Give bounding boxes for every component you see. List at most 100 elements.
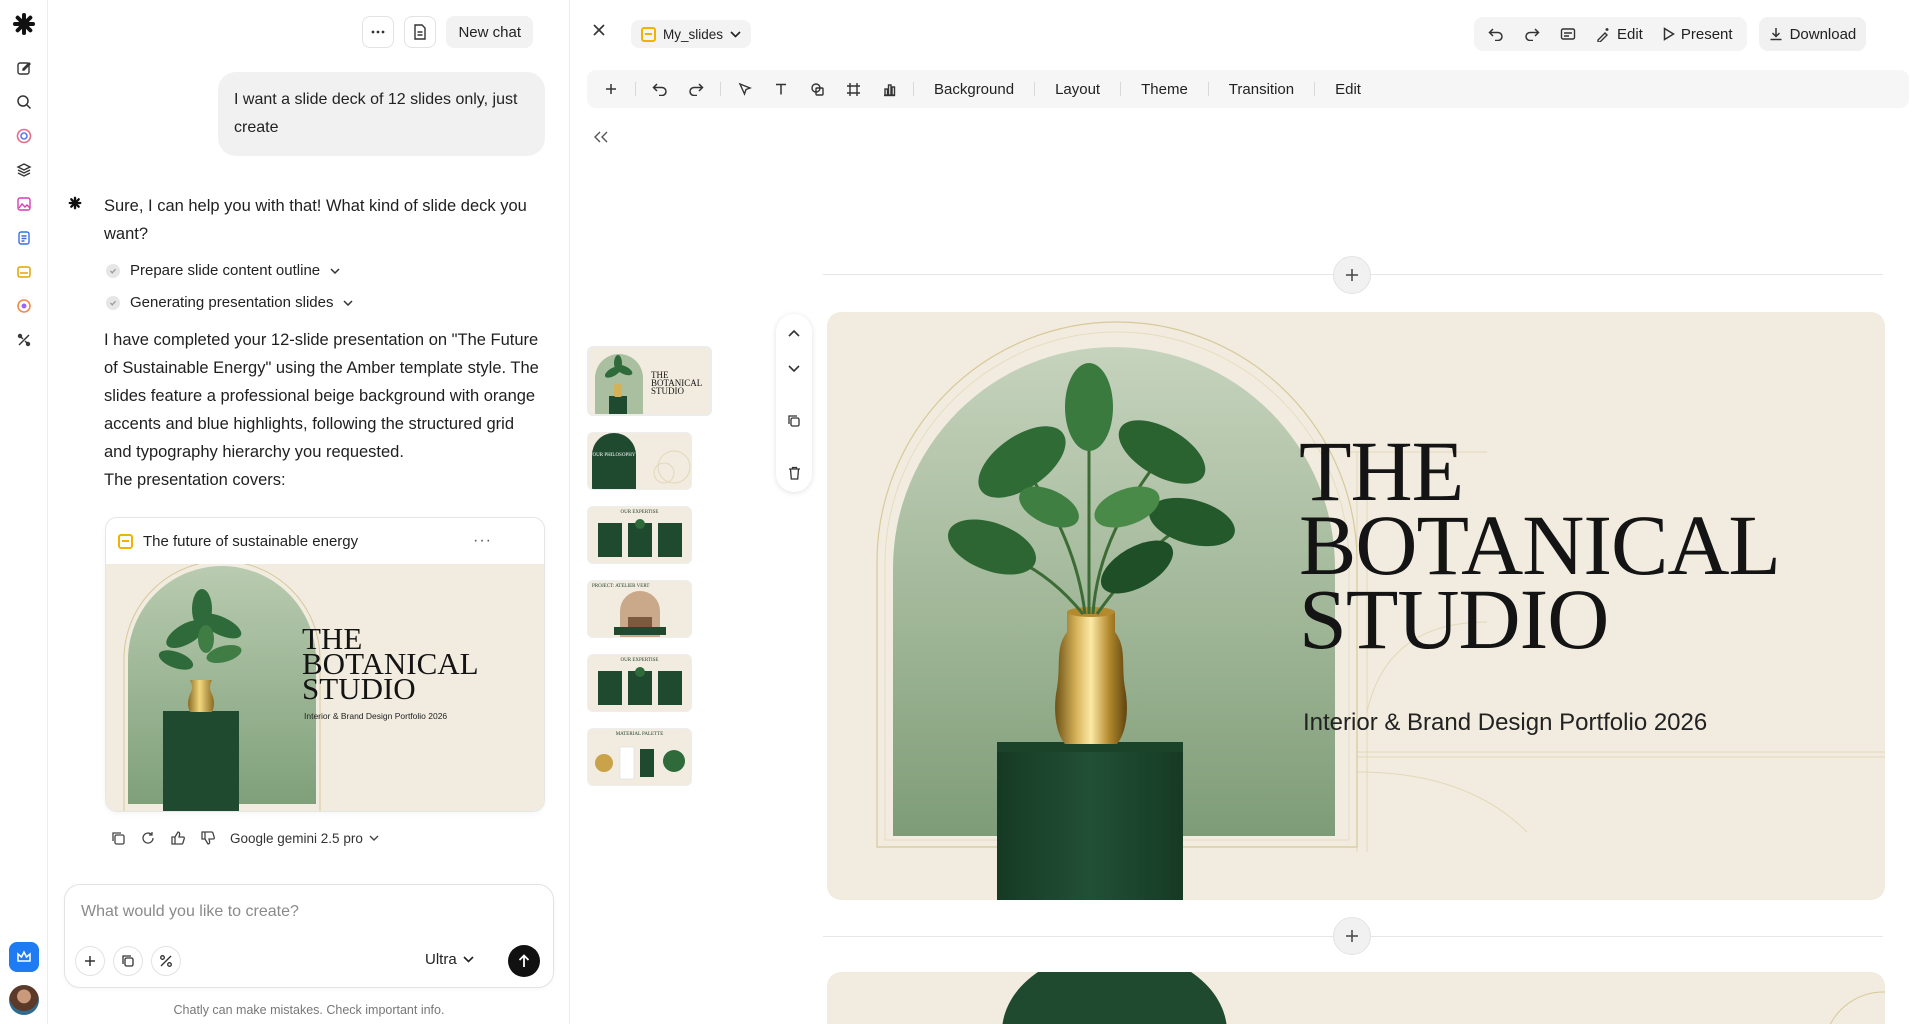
duplicate-slide-button[interactable] xyxy=(785,412,803,430)
prompt-input[interactable]: What would you like to create? xyxy=(81,903,299,921)
layout-menu[interactable]: Layout xyxy=(1043,81,1112,98)
edit-menu[interactable]: Edit xyxy=(1323,81,1373,98)
chevron-down-icon xyxy=(369,835,379,841)
thumbnail-slide-4[interactable]: PROJECT: ATELIER VERT xyxy=(587,580,692,638)
slides-icon[interactable] xyxy=(14,262,34,282)
transition-menu[interactable]: Transition xyxy=(1217,81,1306,98)
ai-edit-button[interactable]: Edit xyxy=(1588,20,1651,48)
thumbs-up-icon[interactable] xyxy=(170,830,186,846)
user-avatar[interactable] xyxy=(9,985,39,1015)
preview-title-line-3: STUDIO xyxy=(302,671,416,706)
tools-icon xyxy=(160,955,172,967)
toolbar-redo-button[interactable] xyxy=(680,75,712,103)
more-options-button[interactable] xyxy=(362,16,395,48)
undo-button[interactable] xyxy=(1480,20,1512,48)
search-icon[interactable] xyxy=(14,92,34,112)
presentation-covers-label: The presentation covers: xyxy=(104,471,286,489)
shape-tool-button[interactable] xyxy=(801,75,833,103)
message-actions: Google gemini 2.5 pro xyxy=(110,830,379,846)
slide-subtitle[interactable]: Interior & Brand Design Portfolio 2026 xyxy=(1303,709,1707,736)
slide-title-line-3[interactable]: STUDIO xyxy=(1299,571,1609,667)
chat-composer: What would you like to create? Ultra xyxy=(64,884,554,988)
step-outline[interactable]: Prepare slide content outline xyxy=(106,262,340,279)
slides-file-icon xyxy=(118,533,133,549)
document-icon[interactable] xyxy=(14,228,34,248)
palette-icon[interactable] xyxy=(14,296,34,316)
new-chat-icon[interactable] xyxy=(14,58,34,78)
present-button[interactable]: Present xyxy=(1655,20,1741,48)
text-tool-button[interactable] xyxy=(765,75,797,103)
thumbs-down-icon[interactable] xyxy=(200,830,216,846)
current-slide[interactable]: THE BOTANICAL STUDIO Interior & Brand De… xyxy=(827,312,1885,900)
delete-slide-button[interactable] xyxy=(785,464,803,482)
file-icon xyxy=(414,24,427,40)
bar-chart-icon xyxy=(883,83,895,96)
copy-template-button[interactable] xyxy=(113,946,143,976)
next-slide-preview[interactable] xyxy=(827,972,1885,1024)
model-selector[interactable]: Google gemini 2.5 pro xyxy=(230,831,379,846)
slide-artwork: THE BOTANICAL STUDIO Interior & Brand De… xyxy=(876,321,1885,900)
step-label: Generating presentation slides xyxy=(130,294,334,311)
chat-panel: New chat I want a slide deck of 12 slide… xyxy=(48,0,570,1024)
chart-tool-button[interactable] xyxy=(873,75,905,103)
redo-icon xyxy=(1525,28,1540,41)
deck-preview-card[interactable]: The future of sustainable energy ··· THE… xyxy=(105,517,545,812)
attach-button[interactable] xyxy=(75,946,105,976)
close-editor-icon[interactable] xyxy=(591,22,607,43)
download-button[interactable]: Download xyxy=(1758,17,1867,51)
move-slide-up-button[interactable] xyxy=(785,324,803,342)
tools-icon[interactable] xyxy=(14,330,34,350)
copy-icon[interactable] xyxy=(110,830,126,846)
tools-button[interactable] xyxy=(151,946,181,976)
thumbnail-slide-2[interactable]: OUR PHILOSOPHY xyxy=(587,432,692,490)
colorful-spark-icon[interactable] xyxy=(14,126,34,146)
toolbar-divider xyxy=(913,82,914,96)
toolbar-divider xyxy=(1314,82,1316,96)
assistant-intro: Sure, I can help you with that! What kin… xyxy=(104,197,527,243)
theme-menu[interactable]: Theme xyxy=(1129,81,1200,98)
redo-button[interactable] xyxy=(1516,20,1548,48)
send-button[interactable] xyxy=(508,945,540,977)
chat-document-button[interactable] xyxy=(404,16,437,48)
collapse-panel-icon[interactable] xyxy=(593,130,609,148)
trash-icon xyxy=(788,466,800,480)
user-message: I want a slide deck of 12 slides only, j… xyxy=(218,72,545,156)
botanical-slide-illustration: THE BOTANICAL STUDIO Interior & Brand De… xyxy=(123,564,479,811)
move-slide-down-button[interactable] xyxy=(785,360,803,378)
deck-card-more-button[interactable]: ··· xyxy=(473,532,492,550)
regenerate-icon[interactable] xyxy=(140,830,156,846)
plus-icon xyxy=(85,956,95,966)
left-rail xyxy=(0,0,48,1024)
add-slide-below-button[interactable] xyxy=(1333,917,1371,955)
check-circle-icon xyxy=(106,263,120,278)
toolbar-undo-button[interactable] xyxy=(644,75,676,103)
thumbnail-label: OUR EXPERTISE xyxy=(620,510,659,515)
file-name-dropdown[interactable]: My_slides xyxy=(631,20,752,48)
image-icon[interactable] xyxy=(14,194,34,214)
slide-editor: My_slides Edit Present Download Backgrou… xyxy=(571,0,1920,1024)
new-chat-button[interactable]: New chat xyxy=(446,16,533,48)
layers-icon[interactable] xyxy=(14,160,34,180)
mode-label: Ultra xyxy=(425,951,457,968)
step-generating[interactable]: Generating presentation slides xyxy=(106,294,353,311)
undo-icon xyxy=(1488,28,1503,41)
thumbnail-slide-5[interactable]: OUR EXPERTISE xyxy=(587,654,692,712)
download-icon xyxy=(1770,28,1782,41)
notes-button[interactable] xyxy=(1552,20,1584,48)
assistant-summary: I have completed your 12-slide presentat… xyxy=(104,331,539,461)
assistant-logo-icon xyxy=(68,196,82,215)
thumbnail-slide-3[interactable]: OUR EXPERTISE xyxy=(587,506,692,564)
background-menu[interactable]: Background xyxy=(922,81,1026,98)
upgrade-crown-icon[interactable] xyxy=(9,942,39,972)
add-slide-above-button[interactable] xyxy=(1333,256,1371,294)
arrow-up-icon xyxy=(518,954,530,967)
mode-selector[interactable]: Ultra xyxy=(425,951,474,968)
thumbnail-slide-1[interactable]: THE BOTANICAL STUDIO xyxy=(587,346,712,416)
thumbnail-slide-6[interactable]: MATERIAL PALETTE xyxy=(587,728,692,786)
add-element-button[interactable] xyxy=(595,75,627,103)
select-tool-button[interactable] xyxy=(729,75,761,103)
toolbar-divider xyxy=(635,82,636,96)
app-logo-icon[interactable] xyxy=(12,12,36,36)
crop-tool-button[interactable] xyxy=(837,75,869,103)
chevron-down-icon xyxy=(343,299,353,306)
